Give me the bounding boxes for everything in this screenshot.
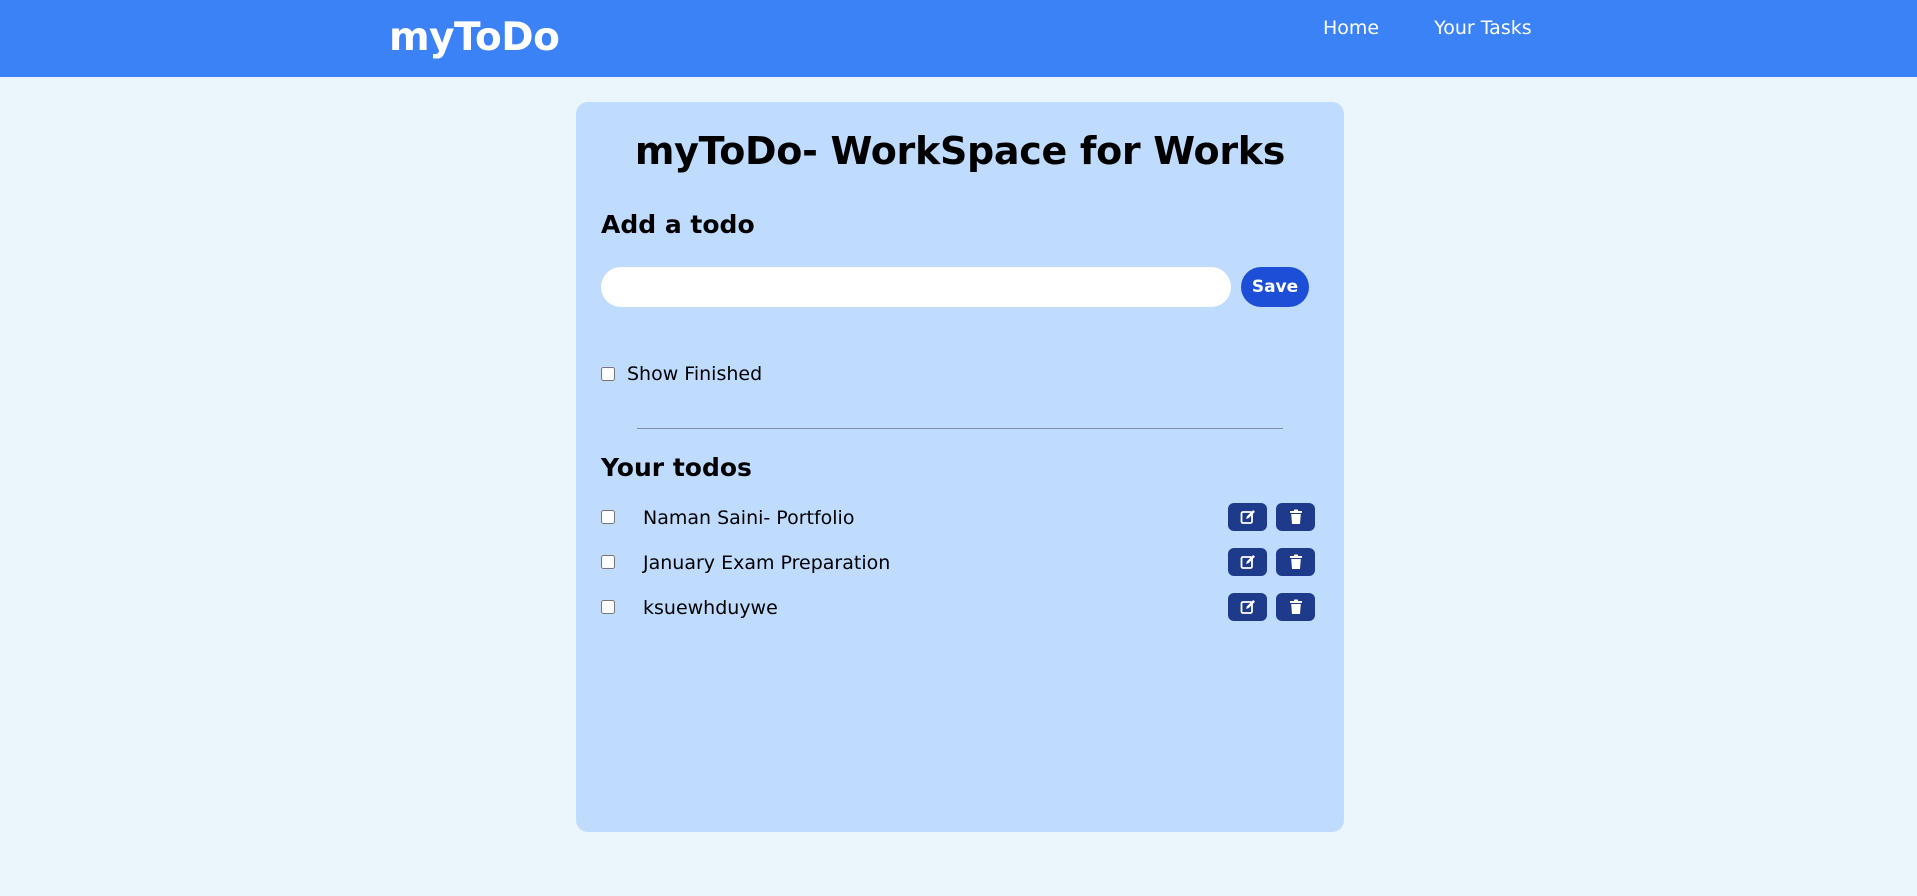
todo-actions xyxy=(1228,593,1315,621)
delete-todo-button[interactable] xyxy=(1276,503,1315,531)
todo-item: ksuewhduywe xyxy=(601,588,1315,633)
nav-link-your-tasks[interactable]: Your Tasks xyxy=(1434,16,1532,40)
trash-icon xyxy=(1289,509,1302,524)
edit-icon xyxy=(1240,555,1255,569)
trash-icon xyxy=(1289,599,1302,614)
your-todos-heading: Your todos xyxy=(601,453,752,482)
divider xyxy=(637,428,1283,429)
show-finished-checkbox[interactable] xyxy=(601,367,615,381)
show-finished-toggle: Show Finished xyxy=(601,362,762,386)
edit-todo-button[interactable] xyxy=(1228,503,1267,531)
todo-input[interactable] xyxy=(601,267,1231,307)
todo-text: January Exam Preparation xyxy=(643,552,891,574)
nav-links: Home Your Tasks xyxy=(1323,16,1532,40)
navbar: myToDo Home Your Tasks xyxy=(0,0,1917,77)
todo-text: Naman Saini- Portfolio xyxy=(643,507,855,529)
todo-list: Naman Saini- Portfolio January Exam Prep… xyxy=(601,498,1315,633)
edit-todo-button[interactable] xyxy=(1228,548,1267,576)
add-todo-heading: Add a todo xyxy=(601,210,755,239)
todo-done-checkbox[interactable] xyxy=(601,510,615,524)
delete-todo-button[interactable] xyxy=(1276,593,1315,621)
show-finished-label: Show Finished xyxy=(627,363,763,385)
todo-item: Naman Saini- Portfolio xyxy=(601,498,1315,543)
edit-icon xyxy=(1240,600,1255,614)
delete-todo-button[interactable] xyxy=(1276,548,1315,576)
save-button[interactable]: Save xyxy=(1241,267,1309,307)
todo-item: January Exam Preparation xyxy=(601,543,1315,588)
brand-logo[interactable]: myToDo xyxy=(389,13,560,63)
edit-todo-button[interactable] xyxy=(1228,593,1267,621)
todo-actions xyxy=(1228,503,1315,531)
todo-done-checkbox[interactable] xyxy=(601,555,615,569)
todo-actions xyxy=(1228,548,1315,576)
page-title: myToDo- WorkSpace for Works xyxy=(634,129,1286,173)
todo-card: myToDo- WorkSpace for Works Add a todo S… xyxy=(576,102,1344,832)
nav-link-home[interactable]: Home xyxy=(1323,16,1379,40)
todo-done-checkbox[interactable] xyxy=(601,600,615,614)
todo-text: ksuewhduywe xyxy=(643,597,778,619)
trash-icon xyxy=(1289,554,1302,569)
edit-icon xyxy=(1240,510,1255,524)
